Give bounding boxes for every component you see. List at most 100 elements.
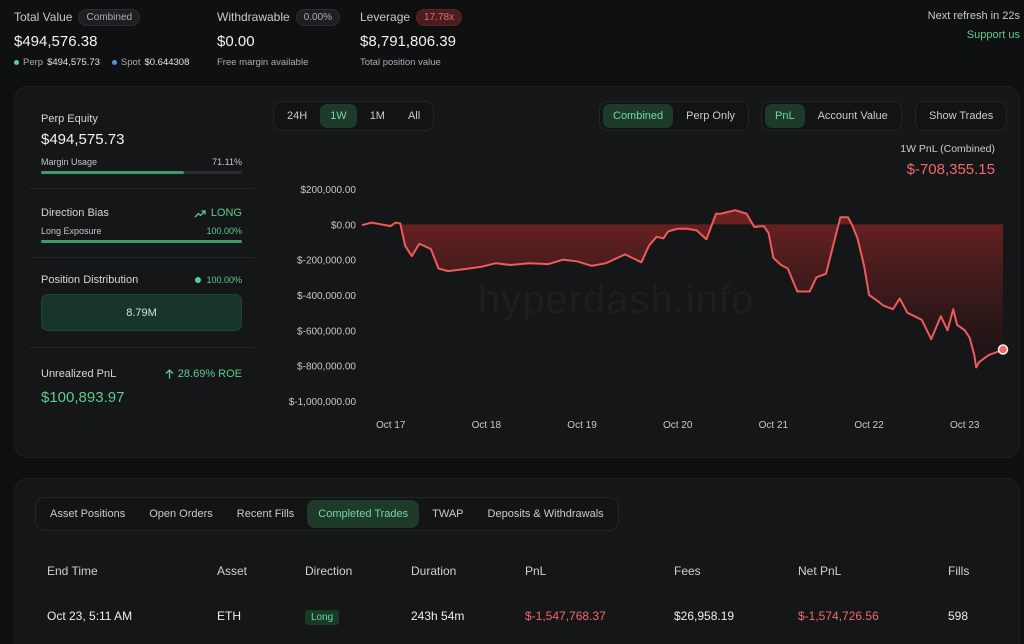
y-tick-label: $0.00 bbox=[331, 220, 356, 231]
overview-card: Perp Equity $494,575.73 Margin Usage 71.… bbox=[14, 86, 1020, 458]
leverage-label: Leverage bbox=[360, 10, 411, 24]
column-header-pnl[interactable]: PnL bbox=[525, 564, 546, 578]
table-cell-end-time: Oct 23, 5:11 AM bbox=[47, 609, 133, 623]
trades-card: Asset Positions Open Orders Recent Fills Co… bbox=[14, 478, 1020, 644]
trades-tabs: Asset Positions Open Orders Recent Fills Co… bbox=[35, 497, 619, 531]
table-cell-asset: ETH bbox=[217, 609, 241, 623]
perp-equity-block: Perp Equity $494,575.73 Margin Usage 71.… bbox=[41, 113, 242, 174]
tab-recent-fills[interactable]: Recent Fills bbox=[226, 500, 305, 528]
range-tab-1w[interactable]: 1W bbox=[320, 104, 357, 128]
direction-bias-value: LONG bbox=[210, 207, 242, 219]
tab-asset-positions[interactable]: Asset Positions bbox=[39, 500, 136, 528]
metric-tab-pnl[interactable]: PnL bbox=[765, 104, 805, 128]
position-distribution-block: Position Distribution 100.00% 8.79M bbox=[41, 274, 242, 331]
tab-open-orders[interactable]: Open Orders bbox=[138, 500, 224, 528]
leverage-value: $8,791,806.39 bbox=[360, 33, 456, 50]
total-value: $494,576.38 bbox=[14, 33, 98, 50]
arrow-up-icon bbox=[165, 369, 174, 379]
y-tick-label: $200,000.00 bbox=[300, 185, 356, 196]
x-tick-label: Oct 17 bbox=[376, 420, 406, 431]
withdrawable-stat: Withdrawable 0.00% $0.00 Free margin ava… bbox=[217, 8, 341, 68]
column-header-net-pnl[interactable]: Net PnL bbox=[798, 564, 841, 578]
x-tick-label: Oct 20 bbox=[663, 420, 693, 431]
withdrawable-pill: 0.00% bbox=[295, 8, 341, 26]
range-tab-1m[interactable]: 1M bbox=[360, 104, 395, 128]
tab-deposits-withdrawals[interactable]: Deposits & Withdrawals bbox=[477, 500, 615, 528]
margin-usage-label: Margin Usage bbox=[41, 157, 98, 167]
perp-value: $494,575.73 bbox=[47, 57, 100, 68]
left-panel: Perp Equity $494,575.73 Margin Usage 71.… bbox=[29, 113, 254, 406]
mode-tab-combined[interactable]: Combined bbox=[603, 104, 674, 128]
unrealized-pnl-block: Unrealized PnL 28.69% ROE $100,893.97 bbox=[41, 368, 242, 406]
perp-equity-value: $494,575.73 bbox=[41, 131, 125, 148]
position-distribution-bar[interactable]: 8.79M bbox=[41, 294, 242, 331]
y-tick-label: $-400,000.00 bbox=[297, 291, 356, 302]
margin-usage-fill bbox=[41, 171, 184, 174]
tab-completed-trades[interactable]: Completed Trades bbox=[307, 500, 420, 528]
mode-tab-perp-only[interactable]: Perp Only bbox=[676, 104, 745, 128]
margin-usage-value: 71.11% bbox=[212, 157, 242, 167]
long-exposure-bar bbox=[41, 240, 242, 243]
metric-tab-account-value[interactable]: Account Value bbox=[808, 104, 898, 128]
x-tick-label: Oct 19 bbox=[567, 420, 597, 431]
direction-bias-block: Direction Bias LONG Long Exposure 100.00… bbox=[41, 207, 242, 243]
leverage-sub: Total position value bbox=[360, 57, 441, 68]
withdrawable-value: $0.00 bbox=[217, 33, 255, 50]
x-tick-label: Oct 23 bbox=[950, 420, 980, 431]
combined-pill[interactable]: Combined bbox=[78, 8, 141, 26]
table-cell-fills: 598 bbox=[948, 609, 969, 623]
table-cell-fees: $26,958.19 bbox=[674, 609, 735, 623]
perp-label: Perp bbox=[23, 57, 44, 68]
refresh-countdown: Next refresh in 22s bbox=[927, 10, 1020, 22]
divider bbox=[29, 257, 254, 258]
total-value-stat: Total Value Combined $494,576.38 Perp $4… bbox=[14, 8, 197, 68]
range-tab-all[interactable]: All bbox=[398, 104, 430, 128]
long-exposure-label: Long Exposure bbox=[41, 226, 102, 236]
table-cell-direction: Long bbox=[305, 609, 340, 625]
leverage-pill: 17.78x bbox=[416, 8, 463, 26]
long-dot-icon bbox=[195, 277, 202, 283]
x-tick-label: Oct 21 bbox=[759, 420, 789, 431]
column-header-fills[interactable]: Fills bbox=[948, 564, 969, 578]
range-tab-24h[interactable]: 24H bbox=[277, 104, 317, 128]
withdrawable-label: Withdrawable bbox=[217, 10, 290, 24]
watermark-text: hyperdash.info bbox=[478, 278, 754, 323]
column-header-asset[interactable]: Asset bbox=[217, 564, 247, 578]
total-value-label: Total Value bbox=[14, 10, 73, 24]
column-header-direction[interactable]: Direction bbox=[305, 564, 352, 578]
show-trades-button[interactable]: Show Trades bbox=[919, 104, 1003, 128]
trending-up-icon bbox=[194, 209, 206, 217]
column-header-end-time[interactable]: End Time bbox=[47, 564, 98, 578]
position-distribution-label: Position Distribution bbox=[41, 274, 139, 286]
spot-value: $0.644308 bbox=[144, 57, 190, 68]
column-header-duration[interactable]: Duration bbox=[411, 564, 456, 578]
direction-bias-label: Direction Bias bbox=[41, 207, 109, 219]
leverage-stat: Leverage 17.78x $8,791,806.39 Total posi… bbox=[360, 8, 463, 68]
mode-selector: Combined Perp Only bbox=[599, 101, 750, 131]
y-tick-label: $-600,000.00 bbox=[297, 326, 356, 337]
position-distribution-pct: 100.00% bbox=[206, 275, 242, 285]
y-tick-label: $-200,000.00 bbox=[297, 256, 356, 267]
unrealized-pnl-label: Unrealized PnL bbox=[41, 368, 117, 380]
range-selector: 24H 1W 1M All bbox=[273, 101, 435, 131]
x-tick-label: Oct 22 bbox=[854, 420, 884, 431]
tab-twap[interactable]: TWAP bbox=[421, 500, 474, 528]
perp-equity-label: Perp Equity bbox=[41, 113, 98, 125]
margin-usage-bar bbox=[41, 171, 242, 174]
perp-dot-icon bbox=[14, 60, 19, 65]
last-point-marker bbox=[997, 344, 1009, 355]
show-trades-toggle[interactable]: Show Trades bbox=[915, 101, 1008, 131]
y-tick-label: $-800,000.00 bbox=[297, 362, 356, 373]
direction-badge: Long bbox=[305, 610, 340, 625]
spot-label: Spot bbox=[120, 57, 141, 68]
table-cell-net-pnl: $-1,574,726.56 bbox=[798, 609, 879, 623]
x-tick-label: Oct 18 bbox=[472, 420, 502, 431]
long-exposure-value: 100.00% bbox=[206, 226, 242, 236]
column-header-fees[interactable]: Fees bbox=[674, 564, 701, 578]
table-cell-pnl: $-1,547,768.37 bbox=[525, 609, 606, 623]
metric-selector: PnL Account Value bbox=[761, 101, 902, 131]
long-exposure-fill bbox=[41, 240, 242, 243]
support-link[interactable]: Support us bbox=[967, 29, 1020, 41]
spot-dot-icon bbox=[111, 60, 117, 65]
withdrawable-sub: Free margin available bbox=[217, 57, 309, 68]
